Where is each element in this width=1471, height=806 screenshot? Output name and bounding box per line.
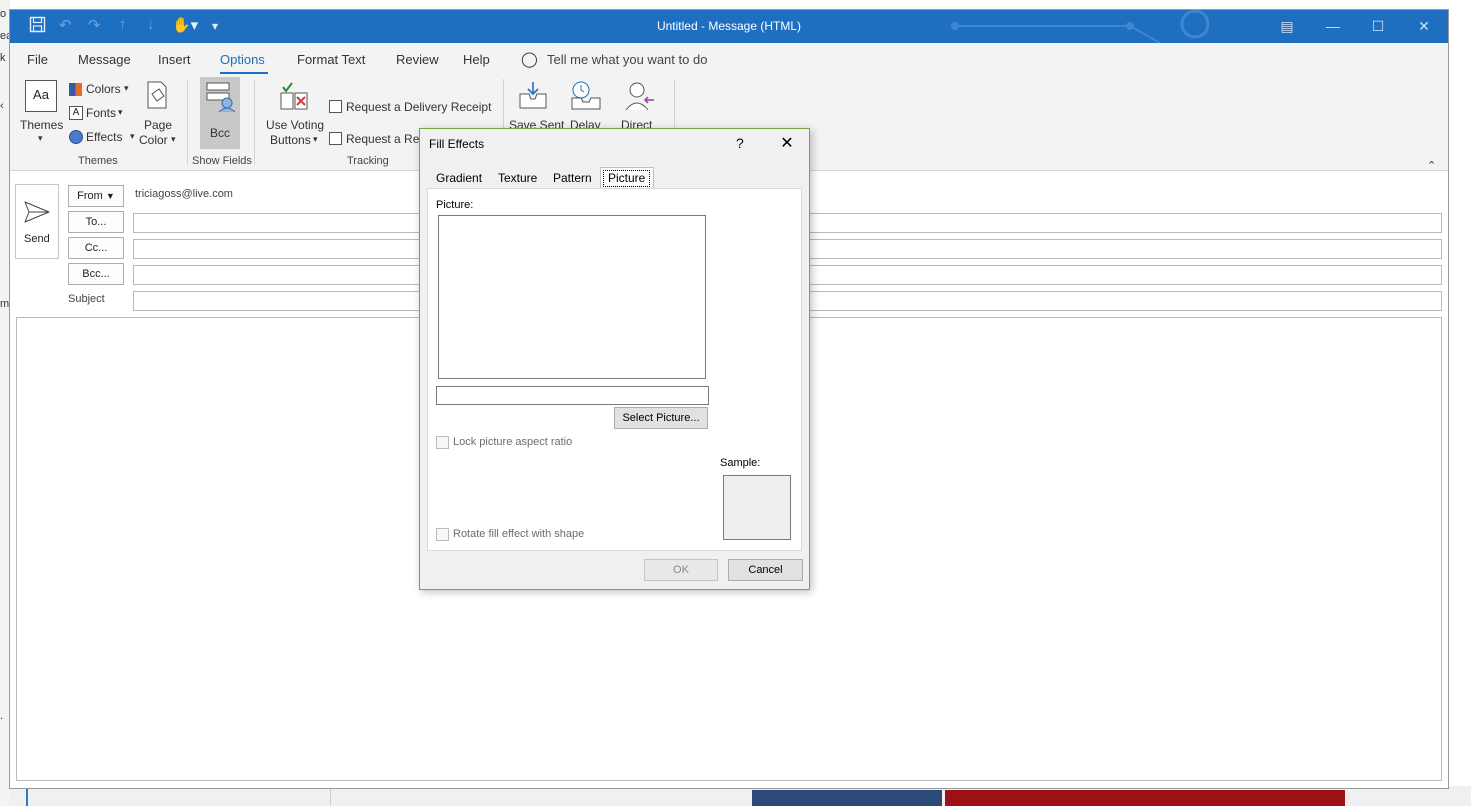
delivery-receipt-option[interactable]: Request a Delivery Receipt bbox=[328, 99, 498, 115]
fonts-label: Fonts bbox=[86, 106, 117, 120]
title-bar: ↶ ↷ ↑ ↓ ✋▾ ▾ Untitled - Message (HTML) ▤… bbox=[10, 10, 1448, 43]
colors-button[interactable]: Colors ▾ bbox=[68, 81, 134, 99]
decorative-circuit-art bbox=[951, 10, 1210, 43]
colors-label: Colors bbox=[86, 82, 121, 96]
themes-label: Themes bbox=[20, 118, 64, 132]
close-icon[interactable]: ✕ bbox=[1409, 14, 1439, 38]
page-color-icon bbox=[147, 81, 167, 109]
bcc-label: Bcc bbox=[210, 126, 231, 140]
background-strip: o ea k ‹ m . bbox=[0, 0, 12, 806]
read-receipt-checkbox[interactable] bbox=[329, 132, 342, 145]
group-separator bbox=[254, 79, 255, 165]
background-line bbox=[26, 788, 28, 806]
close-icon[interactable]: ✕ bbox=[777, 133, 797, 153]
tab-focus-outline bbox=[603, 170, 650, 187]
read-receipt-label: Request a Read Receipt bbox=[346, 132, 428, 146]
help-icon[interactable]: ? bbox=[736, 135, 744, 151]
voting-icon bbox=[280, 82, 308, 110]
picture-name-field bbox=[436, 386, 709, 405]
read-receipt-option[interactable]: Request a Read Receipt bbox=[328, 131, 428, 147]
ribbon-display-options-icon[interactable]: ▤ bbox=[1272, 14, 1302, 38]
send-icon bbox=[24, 201, 50, 223]
fill-effects-dialog: Fill Effects ? ✕ Gradient Texture Patter… bbox=[419, 128, 810, 590]
delay-delivery-icon bbox=[571, 81, 601, 110]
tracking-group-label: Tracking bbox=[347, 155, 389, 167]
voting-buttons-button[interactable]: Use Voting Buttons ▾ bbox=[263, 78, 325, 152]
from-button[interactable]: From ▼ bbox=[68, 185, 124, 207]
rotate-fill-label: Rotate fill effect with shape bbox=[453, 528, 585, 540]
tell-me-search[interactable]: Tell me what you want to do bbox=[547, 52, 707, 67]
lock-aspect-label: Lock picture aspect ratio bbox=[453, 436, 573, 448]
effects-icon bbox=[69, 130, 83, 144]
send-button[interactable]: Send bbox=[15, 184, 59, 259]
delivery-receipt-checkbox[interactable] bbox=[329, 100, 342, 113]
page-color-label-line1: Page bbox=[144, 118, 173, 132]
tab-file[interactable]: File bbox=[27, 52, 48, 67]
lightbulb-icon: ◯ bbox=[521, 51, 538, 68]
collapse-ribbon-icon[interactable]: ⌃ bbox=[1427, 159, 1436, 172]
ribbon-tabs: File Message Insert Options Format Text … bbox=[10, 43, 1448, 75]
effects-label: Effects bbox=[86, 130, 123, 144]
lock-aspect-checkbox[interactable] bbox=[436, 436, 449, 449]
delivery-receipt-label: Request a Delivery Receipt bbox=[346, 100, 492, 114]
tab-options[interactable]: Options bbox=[220, 52, 265, 67]
bcc-button[interactable]: Bcc... bbox=[68, 263, 124, 285]
dropdown-arrow-icon: ▾ bbox=[118, 107, 123, 117]
tab-help[interactable]: Help bbox=[463, 52, 490, 67]
bcc-icon bbox=[206, 82, 235, 113]
voting-label-line2: Buttons bbox=[270, 133, 311, 147]
effects-button[interactable]: Effects ▾ bbox=[68, 129, 135, 147]
fonts-button[interactable]: A Fonts ▾ bbox=[68, 105, 134, 123]
dropdown-arrow-icon: ▾ bbox=[38, 133, 43, 143]
dropdown-arrow-icon: ▾ bbox=[124, 83, 129, 93]
page-color-button[interactable]: Page Color ▾ bbox=[138, 78, 180, 150]
dropdown-arrow-icon: ▾ bbox=[130, 131, 135, 141]
tab-gradient[interactable]: Gradient bbox=[436, 171, 482, 185]
voting-label-line1: Use Voting bbox=[266, 118, 325, 132]
group-separator bbox=[187, 79, 188, 165]
show-fields-group-label: Show Fields bbox=[192, 155, 252, 167]
sample-preview bbox=[723, 475, 791, 540]
from-label: From bbox=[77, 190, 103, 202]
dropdown-arrow-icon: ▼ bbox=[105, 191, 115, 201]
tab-texture[interactable]: Texture bbox=[498, 171, 537, 185]
themes-group-label: Themes bbox=[78, 155, 118, 167]
fonts-icon: A bbox=[69, 106, 83, 120]
direct-replies-icon bbox=[625, 82, 654, 111]
page-color-label-line2: Color bbox=[139, 133, 168, 147]
picture-tab-panel: Picture: Select Picture... Lock picture … bbox=[427, 188, 802, 551]
send-label: Send bbox=[24, 233, 50, 245]
ok-button[interactable]: OK bbox=[644, 559, 718, 581]
dropdown-arrow-icon: ▾ bbox=[313, 134, 318, 144]
themes-icon: Aa bbox=[25, 80, 57, 112]
tab-insert[interactable]: Insert bbox=[158, 52, 191, 67]
background-separator bbox=[330, 788, 331, 806]
bcc-toggle-button[interactable]: Bcc bbox=[200, 77, 240, 149]
background-photo-banner bbox=[945, 790, 1345, 806]
background-photo bbox=[752, 790, 942, 806]
picture-preview bbox=[438, 215, 706, 379]
dropdown-arrow-icon: ▾ bbox=[171, 134, 176, 144]
cancel-button[interactable]: Cancel bbox=[728, 559, 803, 581]
dialog-title: Fill Effects bbox=[429, 137, 485, 151]
select-picture-button[interactable]: Select Picture... bbox=[614, 407, 708, 429]
subject-label: Subject bbox=[68, 293, 105, 305]
tab-format-text[interactable]: Format Text bbox=[297, 52, 365, 67]
save-sent-icon bbox=[519, 82, 547, 109]
cc-button[interactable]: Cc... bbox=[68, 237, 124, 259]
themes-button[interactable]: Aa Themes ▾ bbox=[18, 78, 64, 148]
tab-pattern[interactable]: Pattern bbox=[553, 171, 592, 185]
picture-label: Picture: bbox=[436, 199, 474, 211]
maximize-icon[interactable]: ☐ bbox=[1363, 14, 1393, 38]
rotate-fill-checkbox[interactable] bbox=[436, 528, 449, 541]
tab-message[interactable]: Message bbox=[78, 52, 131, 67]
minimize-icon[interactable]: — bbox=[1318, 14, 1348, 38]
from-address: triciagoss@live.com bbox=[135, 188, 233, 200]
to-button[interactable]: To... bbox=[68, 211, 124, 233]
sample-label: Sample: bbox=[720, 457, 761, 469]
tab-review[interactable]: Review bbox=[396, 52, 439, 67]
colors-icon bbox=[69, 83, 82, 96]
active-tab-indicator bbox=[220, 72, 268, 74]
